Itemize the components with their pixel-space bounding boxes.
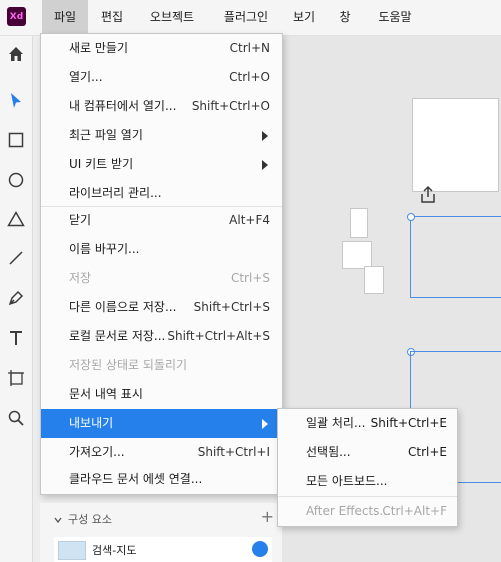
- menu-help[interactable]: 도움말: [366, 0, 424, 35]
- chevron-right-icon: [262, 131, 268, 141]
- chevron-down-icon[interactable]: [54, 513, 62, 524]
- add-component-icon[interactable]: +: [261, 507, 274, 526]
- zoom-icon[interactable]: [6, 408, 26, 428]
- menu-item-save: 저장 Ctrl+S: [69, 271, 270, 285]
- menu-item-save-local[interactable]: 로컬 문서로 저장... Shift+Ctrl+Alt+S: [41, 322, 282, 351]
- menu-file[interactable]: 파일: [42, 0, 88, 35]
- menu-item-rename[interactable]: 이름 바꾸기...: [41, 235, 282, 264]
- selected-artboard-group[interactable]: [410, 216, 501, 298]
- chevron-right-icon: [262, 160, 268, 170]
- menu-window[interactable]: 창: [324, 0, 366, 35]
- menu-item-close[interactable]: 닫기 Alt+F4: [41, 206, 282, 235]
- menu-item-open-from-computer[interactable]: 내 컴퓨터에서 열기... Shift+Ctrl+O: [41, 92, 282, 121]
- chevron-right-icon: [262, 419, 268, 429]
- menu-item-manage-libraries[interactable]: 라이브러리 관리...: [41, 179, 282, 208]
- artboard-thumbnail[interactable]: [350, 208, 368, 238]
- menu-item-open-recent[interactable]: 최근 파일 열기: [41, 121, 282, 150]
- home-icon[interactable]: [6, 44, 26, 64]
- menu-view[interactable]: 보기: [284, 0, 324, 35]
- rectangle-icon[interactable]: [6, 130, 26, 150]
- menu-item-get-ui-kits[interactable]: UI 키트 받기: [41, 150, 282, 179]
- menu-object[interactable]: 오브젝트: [136, 0, 208, 35]
- menu-plugins[interactable]: 플러그인: [208, 0, 284, 35]
- menu-item-new[interactable]: 새로 만들기 Ctrl+N: [41, 34, 282, 63]
- submenu-item-batch-export[interactable]: 일괄 처리... Shift+Ctrl+E: [278, 409, 457, 438]
- file-menu-dropdown: 새로 만들기 Ctrl+N 열기... Ctrl+O 내 컴퓨터에서 열기...…: [40, 33, 283, 495]
- menu-item-link-cloud-assets[interactable]: 클라우드 문서 에셋 연결...: [41, 465, 282, 494]
- link-icon[interactable]: [252, 541, 268, 557]
- submenu-item-all-artboards[interactable]: 모든 아트보드...: [278, 467, 457, 496]
- polygon-icon[interactable]: [6, 209, 26, 229]
- artboard-thumbnail[interactable]: [342, 241, 372, 269]
- menu-bar: Xd 파일 편집 오브젝트 플러그인 보기 창 도움말: [0, 0, 501, 36]
- components-section-title: 구성 요소: [68, 513, 112, 526]
- component-label: 검색-지도: [92, 544, 137, 557]
- menu-item-version-history[interactable]: 문서 내역 표시: [41, 380, 282, 409]
- menu-item-open[interactable]: 열기... Ctrl+O: [41, 63, 282, 92]
- pen-icon[interactable]: [6, 288, 26, 308]
- selection-handle[interactable]: [407, 213, 415, 221]
- ellipse-icon[interactable]: [6, 170, 26, 190]
- tool-bar: [0, 36, 33, 562]
- component-item[interactable]: 검색-지도: [54, 537, 272, 562]
- export-submenu: 일괄 처리... Shift+Ctrl+E 선택됨... Ctrl+E 모든 아…: [277, 408, 458, 527]
- artboard-thumbnail[interactable]: [412, 98, 499, 192]
- line-icon[interactable]: [6, 248, 26, 268]
- artboard-icon[interactable]: [6, 368, 26, 388]
- select-icon[interactable]: [6, 91, 26, 111]
- menu-item-import[interactable]: 가져오기... Shift+Ctrl+I: [41, 438, 282, 467]
- menu-item-revert: 저장된 상태로 되돌리기: [69, 358, 188, 372]
- submenu-item-export-selected[interactable]: 선택됨... Ctrl+E: [278, 438, 457, 467]
- artboard-thumbnail[interactable]: [364, 266, 384, 294]
- text-icon[interactable]: [6, 328, 26, 348]
- xd-logo-icon: Xd: [7, 7, 26, 26]
- share-icon[interactable]: [417, 184, 439, 206]
- component-thumbnail: [58, 541, 86, 560]
- menu-item-export[interactable]: 내보내기: [41, 409, 282, 438]
- assets-panel: 구성 요소 + 검색-지도: [40, 503, 282, 562]
- submenu-item-after-effects: After Effects... Ctrl+Alt+F: [306, 504, 447, 518]
- menu-item-save-as[interactable]: 다른 이름으로 저장... Shift+Ctrl+S: [41, 293, 282, 322]
- menu-edit[interactable]: 편집: [88, 0, 136, 35]
